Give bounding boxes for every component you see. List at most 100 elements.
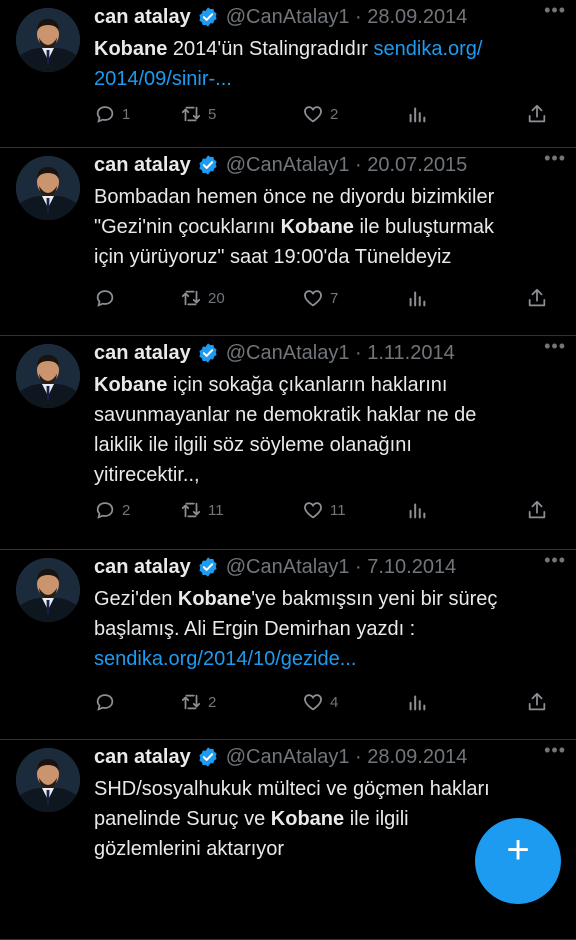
text-segment: için yürüyoruz" saat 19:00'da Tüneldeyiz <box>94 246 452 268</box>
reply-button[interactable] <box>94 287 122 309</box>
share-button[interactable] <box>526 103 548 125</box>
author-handle-date[interactable]: @CanAtalay1 · 28.09.2014 <box>226 6 468 29</box>
hashtag-word: Kobane <box>177 588 252 610</box>
tweet-actions: 2 11 11 <box>94 496 562 524</box>
text-segment: laiklik ile ilgili söz söyleme olanağını <box>94 434 412 456</box>
tweet-actions: 20 7 <box>94 284 562 312</box>
hashtag-word: Kobane <box>270 808 345 830</box>
like-button[interactable]: 4 <box>302 691 338 713</box>
views-button[interactable] <box>406 691 428 713</box>
like-button[interactable]: 11 <box>302 499 346 521</box>
avatar[interactable] <box>16 8 80 72</box>
like-icon <box>302 287 324 309</box>
verified-badge-icon <box>197 154 219 176</box>
author-handle-date[interactable]: @CanAtalay1 · 7.10.2014 <box>226 556 456 579</box>
author-handle-date[interactable]: @CanAtalay1 · 1.11.2014 <box>226 342 455 365</box>
tweet[interactable]: ••• can atalay @CanAtalay1 · 7.10.2014 Gezi… <box>0 550 576 740</box>
retweets-count: 11 <box>208 501 224 519</box>
tweet-link[interactable]: 2014/09/sinir-... <box>94 68 232 90</box>
text-segment: ile buluşturmak <box>353 216 494 238</box>
compose-button[interactable]: + <box>475 818 561 904</box>
tweet-text-line: sendika.org/2014/10/gezide... <box>94 644 562 674</box>
tweet-link[interactable]: sendika.org/ <box>374 38 483 60</box>
text-segment: "Gezi'nin çocuklarını <box>94 216 281 238</box>
tweet-text-line: Kobane 2014'ün Stalingradıdır sendika.or… <box>94 34 562 64</box>
retweet-icon <box>180 103 202 125</box>
likes-count: 2 <box>330 105 339 123</box>
avatar[interactable] <box>16 344 80 408</box>
text-segment: 2014'ün Stalingradıdır <box>167 38 374 60</box>
like-button[interactable]: 2 <box>302 103 338 125</box>
tweet[interactable]: ••• can atalay @CanAtalay1 · 20.07.2015 Bom… <box>0 148 576 336</box>
likes-count: 7 <box>330 289 339 307</box>
tweet-text: Gezi'den Kobane'ye bakmışsın yeni bir sü… <box>94 584 562 674</box>
tweet-header: can atalay @CanAtalay1 · 28.09.2014 <box>94 2 562 32</box>
reply-button[interactable]: 2 <box>94 499 130 521</box>
like-button[interactable]: 7 <box>302 287 338 309</box>
hashtag-word: Kobane <box>94 374 168 396</box>
share-button[interactable] <box>526 287 548 309</box>
tweet-text-line: yitirecektir.., <box>94 460 562 490</box>
likes-count: 4 <box>330 693 339 711</box>
tweet-text: Kobane 2014'ün Stalingradıdır sendika.or… <box>94 34 562 94</box>
avatar[interactable] <box>16 558 80 622</box>
retweet-icon <box>180 287 202 309</box>
author-name[interactable]: can atalay <box>94 746 191 769</box>
likes-count: 11 <box>330 501 346 519</box>
tweet-text: Bombadan hemen önce ne diyordu bizimkile… <box>94 182 562 272</box>
views-button[interactable] <box>406 287 428 309</box>
author-name[interactable]: can atalay <box>94 6 191 29</box>
author-name[interactable]: can atalay <box>94 154 191 177</box>
author-handle-date[interactable]: @CanAtalay1 · 28.09.2014 <box>226 746 468 769</box>
reply-button[interactable] <box>94 691 122 713</box>
tweet-text-line: SHD/sosyalhukuk mülteci ve göçmen haklar… <box>94 774 562 804</box>
tweet-actions: 24 <box>94 688 562 716</box>
share-button[interactable] <box>526 499 548 521</box>
views-icon <box>406 287 428 309</box>
views-button[interactable] <box>406 499 428 521</box>
reply-button[interactable]: 1 <box>94 103 130 125</box>
retweet-button[interactable]: 2 <box>180 691 216 713</box>
tweet-actions: 1 5 2 <box>94 100 562 128</box>
hashtag-word: Kobane <box>280 216 354 238</box>
share-icon <box>526 691 548 713</box>
avatar[interactable] <box>16 748 80 812</box>
tweet-text: Kobane için sokağa çıkanların haklarını s… <box>94 370 562 490</box>
verified-badge-icon <box>197 746 219 768</box>
views-icon <box>406 499 428 521</box>
text-segment: gözlemlerini aktarıyor <box>94 838 285 860</box>
author-name[interactable]: can atalay <box>94 556 191 579</box>
tweet-body: can atalay @CanAtalay1 · 20.07.2015 Bombad… <box>94 150 562 272</box>
text-segment: SHD/sosyalhukuk mülteci ve göçmen haklar… <box>94 778 490 800</box>
avatar[interactable] <box>16 156 80 220</box>
share-button[interactable] <box>526 691 548 713</box>
retweet-icon <box>180 499 202 521</box>
reply-icon <box>94 499 116 521</box>
verified-badge-icon <box>197 556 219 578</box>
text-segment: savunmayanlar ne demokratik haklar ne de <box>94 404 477 426</box>
retweet-button[interactable]: 5 <box>180 103 216 125</box>
author-name[interactable]: can atalay <box>94 342 191 365</box>
like-icon <box>302 691 324 713</box>
tweet[interactable]: ••• can atalay @CanAtalay1 · 1.11.2014 Koba… <box>0 336 576 550</box>
tweet-link[interactable]: sendika.org/2014/10/gezide... <box>94 648 356 670</box>
tweet-text-line: "Gezi'nin çocuklarını Kobane ile buluştu… <box>94 212 562 242</box>
verified-badge-icon <box>197 342 219 364</box>
tweet-text-line: Gezi'den Kobane'ye bakmışsın yeni bir sü… <box>94 584 562 614</box>
tweet-text-line: 2014/09/sinir-... <box>94 64 562 94</box>
views-button[interactable] <box>406 103 428 125</box>
retweet-button[interactable]: 11 <box>180 499 224 521</box>
reply-icon <box>94 103 116 125</box>
tweet-body: can atalay @CanAtalay1 · 1.11.2014 Kobane … <box>94 338 562 490</box>
tweet-text-line: başlamış. Ali Ergin Demirhan yazdı : <box>94 614 562 644</box>
retweet-button[interactable]: 20 <box>180 287 225 309</box>
text-segment: Gezi'den <box>94 588 178 610</box>
share-icon <box>526 287 548 309</box>
share-icon <box>526 499 548 521</box>
author-handle-date[interactable]: @CanAtalay1 · 20.07.2015 <box>226 154 468 177</box>
tweet[interactable]: ••• can atalay @CanAtalay1 · 28.09.2014 Kob… <box>0 0 576 148</box>
retweets-count: 2 <box>208 693 217 711</box>
text-segment: için sokağa çıkanların haklarını <box>167 374 448 396</box>
like-icon <box>302 103 324 125</box>
retweets-count: 5 <box>208 105 217 123</box>
